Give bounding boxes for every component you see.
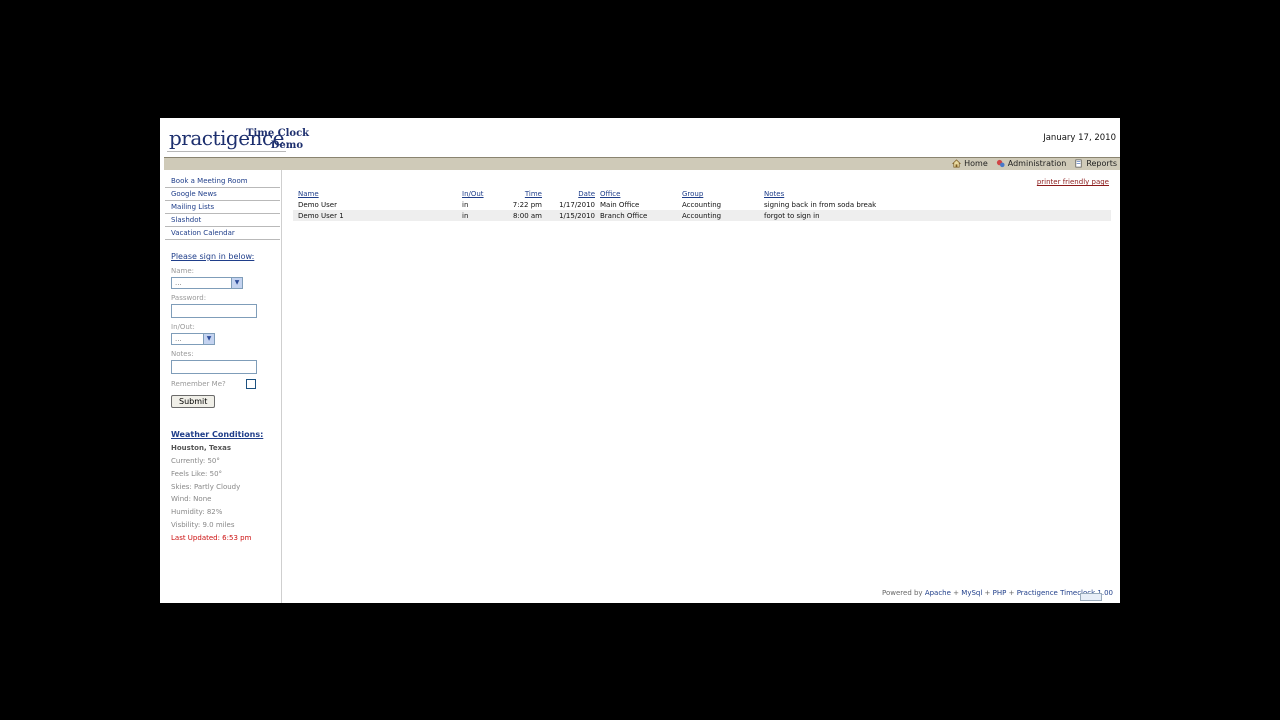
footer-link-mysql[interactable]: MySql [961, 589, 982, 597]
column-header-time[interactable]: Time [502, 189, 542, 199]
cell-name: Demo User 1 [293, 210, 457, 221]
name-select-value: ... [175, 279, 182, 287]
inout-select[interactable]: ... ▼ [171, 333, 215, 345]
remember-me-label: Remember Me? [171, 380, 226, 388]
column-header-group[interactable]: Group [677, 189, 759, 199]
chevron-down-icon[interactable]: ▼ [231, 278, 242, 288]
inout-select-value: ... [175, 335, 182, 343]
table-row: Demo User 1 in 8:00 am 1/15/2010 Branch … [293, 210, 1111, 221]
column-header-office[interactable]: Office [595, 189, 677, 199]
table-header-row: Name In/Out Time Date Office Group Notes [293, 189, 1111, 199]
cell-notes: forgot to sign in [759, 210, 1111, 221]
weather-title[interactable]: Weather Conditions: [171, 430, 281, 439]
sidebar-link-slashdot[interactable]: Slashdot [165, 215, 280, 227]
reports-icon [1075, 159, 1082, 168]
sidebar-link-mailing-lists[interactable]: Mailing Lists [165, 202, 280, 214]
administration-icon [996, 159, 1005, 168]
table-row: Demo User in 7:22 pm 1/17/2010 Main Offi… [293, 199, 1111, 210]
column-header-name[interactable]: Name [293, 189, 457, 199]
footer-plus: + [984, 589, 991, 597]
resize-handle[interactable] [1080, 593, 1102, 601]
name-label: Name: [171, 267, 195, 275]
nav-home[interactable]: Home [952, 159, 988, 168]
cell-office: Branch Office [595, 210, 677, 221]
password-label: Password: [171, 294, 207, 302]
remember-me-row: Remember Me? [171, 379, 271, 389]
nav-home-label: Home [964, 159, 988, 168]
column-header-notes[interactable]: Notes [759, 189, 1111, 199]
cell-date: 1/17/2010 [559, 200, 595, 209]
cell-time: 8:00 am [502, 210, 542, 221]
footer-plus: + [953, 589, 960, 597]
weather-visibility: Visbility: 9.0 miles [171, 520, 235, 529]
footer-powered-by: Powered by [882, 589, 923, 597]
top-nav-bar: Home Administration Reports [164, 157, 1120, 170]
footer-link-php[interactable]: PHP [993, 589, 1007, 597]
cell-inout: in [457, 210, 502, 221]
weather-wind: Wind: None [171, 495, 212, 504]
password-field[interactable] [171, 304, 257, 318]
nav-reports[interactable]: Reports [1074, 159, 1117, 168]
cell-name: Demo User [298, 200, 337, 209]
submit-button[interactable]: Submit [171, 395, 216, 408]
timeclock-table: Name In/Out Time Date Office Group Notes… [293, 189, 1111, 221]
sidebar-link-meeting-room[interactable]: Book a Meeting Room [165, 176, 280, 188]
weather-humidity: Humidity: 82% [171, 508, 223, 517]
nav-reports-label: Reports [1086, 159, 1117, 168]
cell-notes: signing back in from soda break [764, 200, 877, 209]
app-title-line2: Demo [270, 140, 303, 151]
footer: Powered by Apache + MySql + PHP + Practi… [882, 589, 1113, 597]
cell-inout: in [462, 200, 469, 209]
weather-last-updated: Last Updated: 6:53 pm [171, 533, 252, 542]
printer-friendly-link[interactable]: printer friendly page [1037, 178, 1109, 186]
column-header-inout[interactable]: In/Out [457, 189, 502, 199]
weather-panel: Weather Conditions: Houston, Texas Curre… [171, 430, 281, 547]
signin-form: Please sign in below: Name: ... ▼ Passwo… [171, 252, 271, 408]
sidebar-links: Book a Meeting Room Google News Mailing … [165, 176, 280, 241]
cell-time: 7:22 pm [512, 200, 542, 209]
app-title-line1: Time Clock [246, 128, 310, 139]
inout-label: In/Out: [171, 323, 195, 331]
signin-title[interactable]: Please sign in below: [171, 252, 271, 261]
home-icon [952, 159, 962, 168]
sidebar: Book a Meeting Room Google News Mailing … [160, 170, 282, 603]
notes-field[interactable] [171, 360, 257, 374]
sidebar-link-google-news[interactable]: Google News [165, 189, 280, 201]
column-header-date[interactable]: Date [542, 189, 595, 199]
remember-me-checkbox[interactable] [245, 379, 256, 389]
current-date: January 17, 2010 [1043, 133, 1116, 143]
sidebar-link-vacation-calendar[interactable]: Vacation Calendar [165, 228, 280, 240]
timeclock-page: practigence Time Clock Demo January 17, … [160, 118, 1120, 603]
cell-date: 1/15/2010 [542, 210, 595, 221]
weather-city: Houston, Texas [171, 444, 232, 452]
cell-group: Accounting [682, 200, 722, 209]
weather-currently: Currently: 50° [171, 457, 220, 465]
nav-administration[interactable]: Administration [996, 159, 1067, 168]
name-select[interactable]: ... ▼ [171, 277, 243, 289]
top-nav: Home Administration Reports [952, 159, 1117, 168]
weather-feels-like: Feels Like: 50° [171, 469, 223, 478]
app-title: Time Clock Demo [246, 128, 310, 152]
cell-group: Accounting [677, 210, 759, 221]
chevron-down-icon[interactable]: ▼ [203, 334, 214, 344]
footer-plus: + [1008, 589, 1015, 597]
weather-skies: Skies: Partly Cloudy [171, 482, 241, 491]
cell-office: Main Office [600, 200, 640, 209]
notes-label: Notes: [171, 350, 194, 358]
footer-link-apache[interactable]: Apache [925, 589, 951, 597]
nav-administration-label: Administration [1007, 159, 1067, 168]
header: practigence Time Clock Demo January 17, … [160, 118, 1120, 156]
